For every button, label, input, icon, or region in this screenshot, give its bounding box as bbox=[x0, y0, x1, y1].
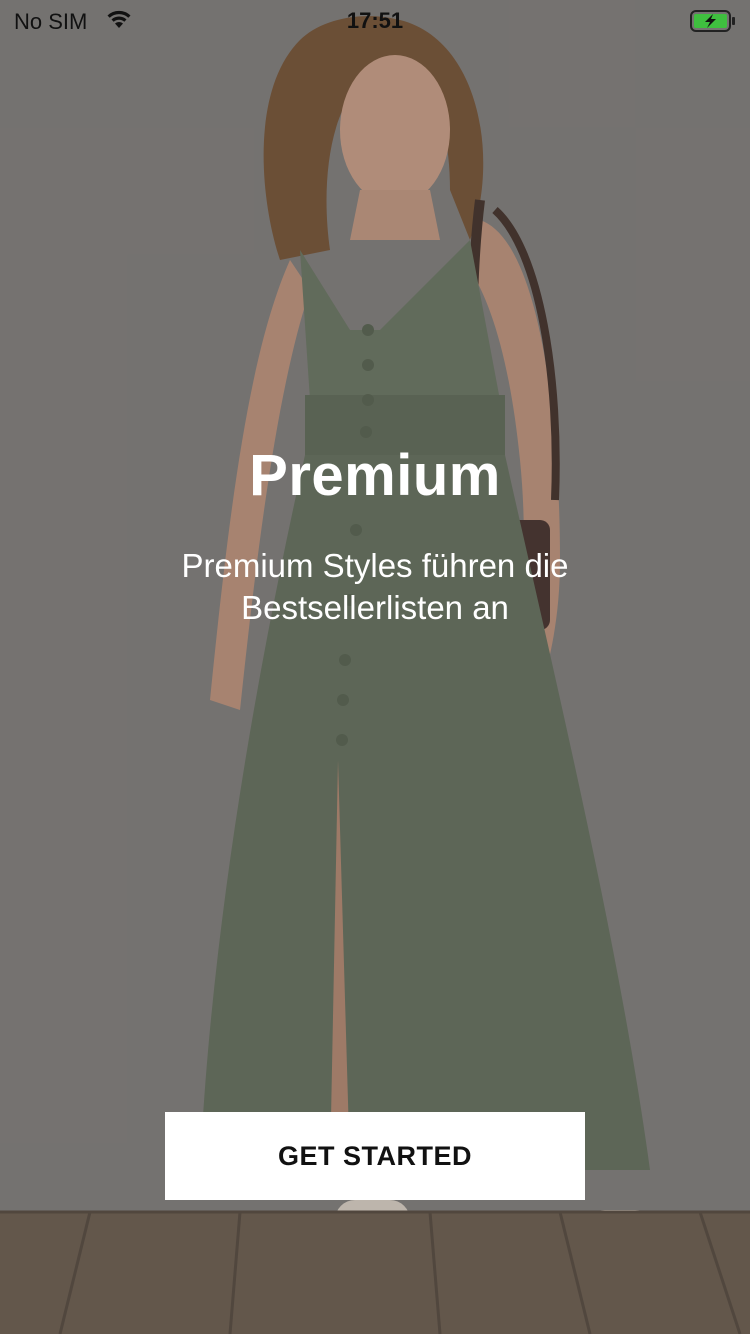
status-time: 17:51 bbox=[346, 8, 404, 33]
get-started-button[interactable]: GET STARTED bbox=[165, 1112, 585, 1200]
onboarding-screen: No SIM 17:51 Premium Premium Styles führ… bbox=[0, 0, 750, 1334]
battery-charging-icon bbox=[690, 10, 736, 38]
status-bar: No SIM 17:51 bbox=[0, 0, 750, 40]
page-title: Premium bbox=[249, 443, 501, 508]
page-subtitle: Premium Styles führen die Bestsellerlist… bbox=[181, 547, 569, 626]
